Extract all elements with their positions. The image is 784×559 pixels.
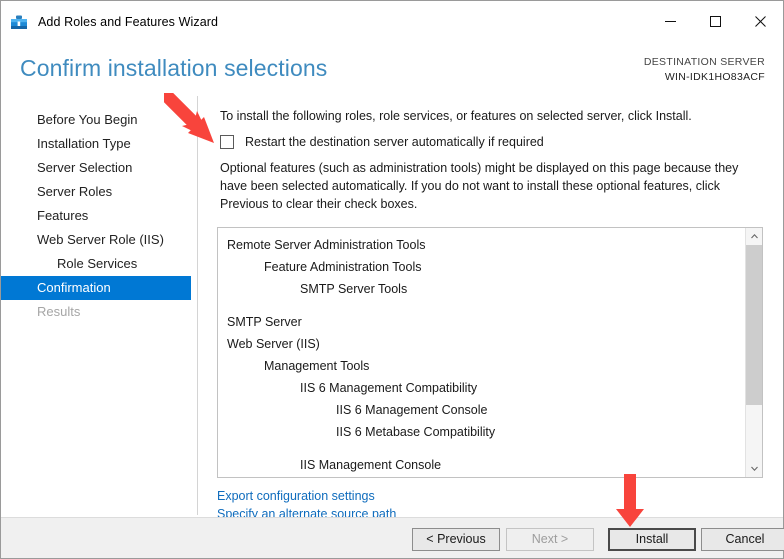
wizard-steps-sidebar: Before You BeginInstallation TypeServer …: [1, 108, 197, 324]
window-title: Add Roles and Features Wizard: [38, 15, 218, 29]
destination-server-label: DESTINATION SERVER: [644, 55, 765, 70]
list-spacer: [218, 300, 746, 311]
list-item[interactable]: IIS 6 Management Console: [218, 399, 746, 421]
list-item[interactable]: IIS 6 Metabase Compatibility: [218, 421, 746, 443]
list-item[interactable]: Feature Administration Tools: [218, 256, 746, 278]
title-bar[interactable]: Add Roles and Features Wizard: [1, 1, 783, 42]
previous-button[interactable]: < Previous: [412, 528, 500, 551]
restart-checkbox-row[interactable]: Restart the destination server automatic…: [220, 135, 544, 149]
next-button: Next >: [506, 528, 594, 551]
sidebar-item-installation-type[interactable]: Installation Type: [1, 132, 197, 156]
list-item[interactable]: Web Server (IIS): [218, 333, 746, 355]
main-content: To install the following roles, role ser…: [198, 94, 783, 517]
install-button[interactable]: Install: [608, 528, 696, 551]
sidebar-item-role-services[interactable]: Role Services: [1, 252, 197, 276]
link-export-configuration-settings[interactable]: Export configuration settings: [217, 487, 396, 505]
list-item[interactable]: SMTP Server: [218, 311, 746, 333]
sidebar-item-before-you-begin[interactable]: Before You Begin: [1, 108, 197, 132]
selections-list: Remote Server Administration ToolsFeatur…: [218, 234, 746, 476]
cancel-button[interactable]: Cancel: [701, 528, 784, 551]
wizard-body: Before You BeginInstallation TypeServer …: [1, 94, 783, 517]
list-item[interactable]: Remote Server Administration Tools: [218, 234, 746, 256]
chevron-down-icon[interactable]: [746, 460, 763, 477]
sidebar-item-server-selection[interactable]: Server Selection: [1, 156, 197, 180]
wizard-footer: < Previous Next > Install Cancel: [1, 517, 783, 558]
selections-listbox[interactable]: Remote Server Administration ToolsFeatur…: [217, 227, 763, 478]
chevron-up-icon[interactable]: [746, 228, 763, 245]
listbox-scrollbar[interactable]: [745, 228, 762, 477]
install-instructions: To install the following roles, role ser…: [220, 108, 760, 125]
toolbox-icon: [10, 13, 28, 31]
add-roles-features-wizard-window: Add Roles and Features Wizard Confirm in…: [0, 0, 784, 559]
restart-checkbox-label[interactable]: Restart the destination server automatic…: [245, 135, 544, 149]
page-title: Confirm installation selections: [20, 55, 327, 82]
sidebar-item-results: Results: [1, 300, 197, 324]
scrollbar-thumb[interactable]: [746, 245, 763, 405]
sidebar-item-features[interactable]: Features: [1, 204, 197, 228]
maximize-icon[interactable]: [693, 2, 738, 42]
destination-server-name: WIN-IDK1HO83ACF: [644, 70, 765, 85]
sidebar-item-server-roles[interactable]: Server Roles: [1, 180, 197, 204]
list-item[interactable]: Management Tools: [218, 355, 746, 377]
list-item[interactable]: SMTP Server Tools: [218, 278, 746, 300]
restart-checkbox[interactable]: [220, 135, 234, 149]
list-item[interactable]: IIS 6 Management Compatibility: [218, 377, 746, 399]
close-icon[interactable]: [738, 2, 783, 42]
optional-features-note: Optional features (such as administratio…: [220, 159, 762, 213]
list-item[interactable]: IIS Management Console: [218, 454, 746, 476]
list-spacer: [218, 443, 746, 454]
sidebar-item-confirmation[interactable]: Confirmation: [1, 276, 191, 300]
minimize-icon[interactable]: [648, 2, 693, 42]
sidebar-item-web-server-role-iis[interactable]: Web Server Role (IIS): [1, 228, 197, 252]
destination-server-info: DESTINATION SERVER WIN-IDK1HO83ACF: [644, 55, 765, 85]
page-header: Confirm installation selections DESTINAT…: [1, 42, 783, 94]
